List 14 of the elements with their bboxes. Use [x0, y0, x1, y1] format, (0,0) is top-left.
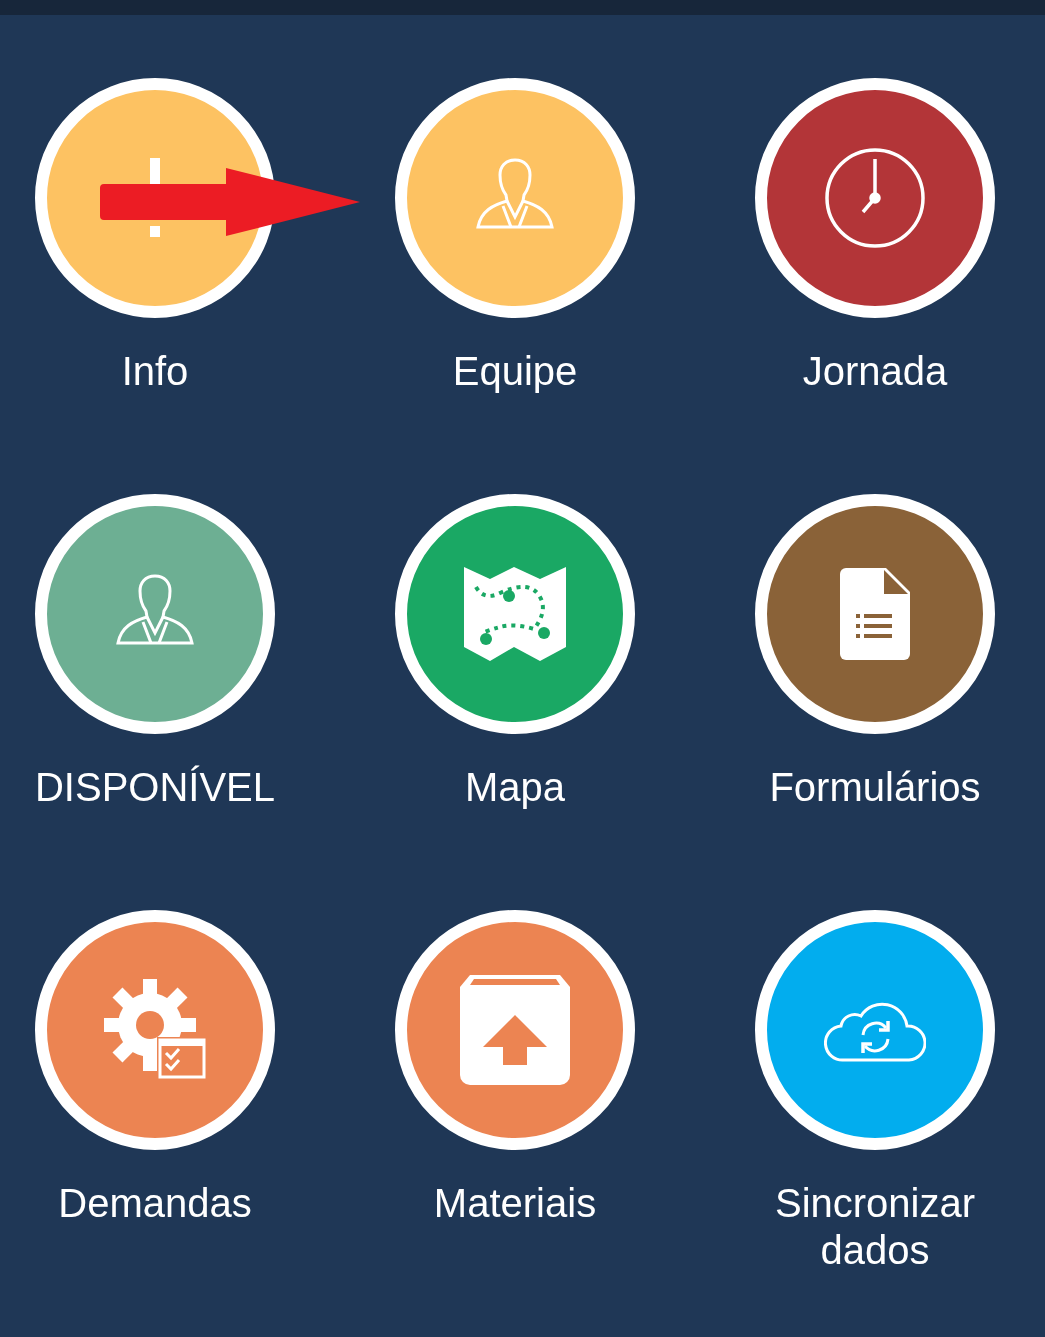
- tile-label: Formulários: [768, 764, 982, 811]
- tile-label: Sincronizar dados: [773, 1180, 977, 1274]
- archive-upload-icon: [460, 975, 570, 1085]
- map-icon: [464, 567, 566, 661]
- document-icon: [840, 568, 910, 660]
- tile-label: Equipe: [451, 348, 579, 395]
- gear-icon: [104, 979, 206, 1081]
- clock-icon: [824, 147, 926, 249]
- tile-label: Info: [120, 348, 190, 395]
- tile-label: Materiais: [432, 1180, 598, 1227]
- tile-label: Mapa: [463, 764, 567, 811]
- tile-label: Jornada: [801, 348, 949, 395]
- tile-label: Demandas: [57, 1180, 253, 1227]
- tile-label: DISPONÍVEL: [33, 764, 277, 811]
